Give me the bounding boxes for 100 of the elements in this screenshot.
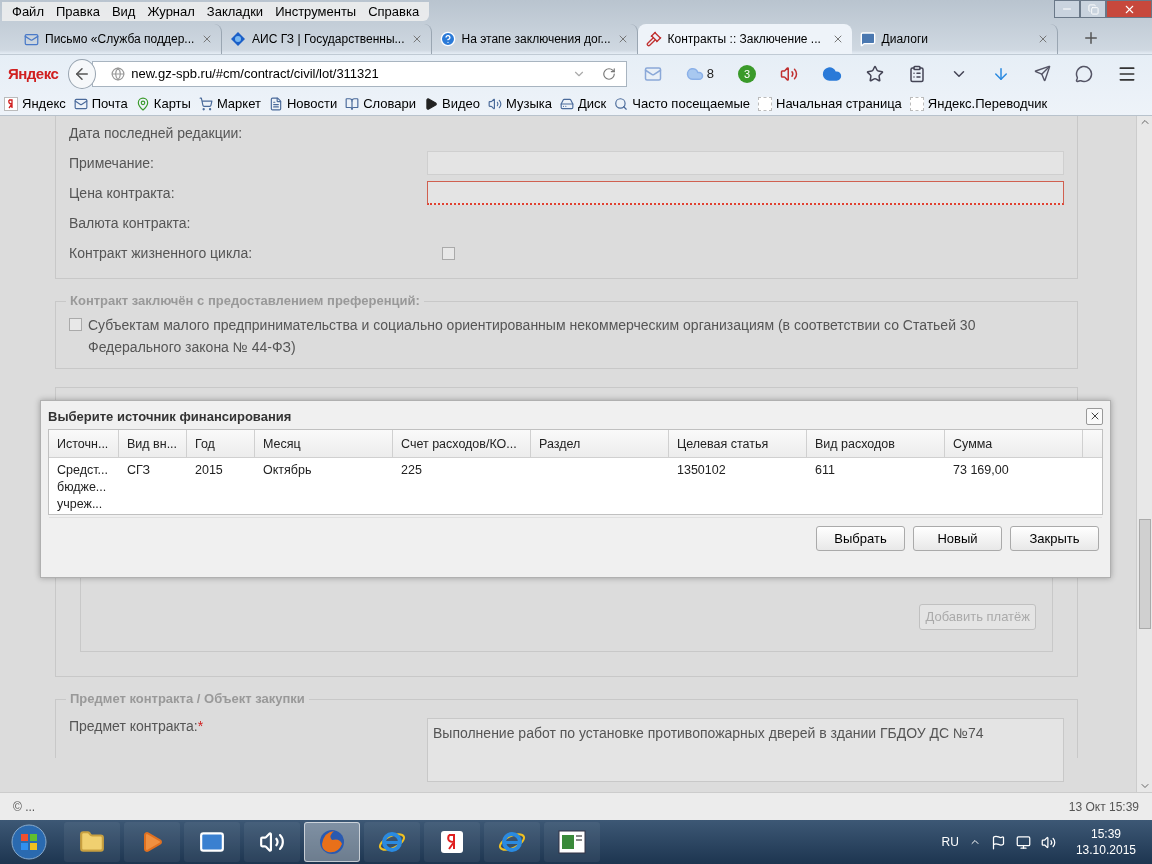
bookmark[interactable]: Словари bbox=[345, 96, 417, 111]
restore-button[interactable] bbox=[1080, 0, 1106, 18]
taskbar-button[interactable] bbox=[364, 822, 420, 862]
speaker-icon[interactable] bbox=[780, 64, 798, 83]
bookmark[interactable]: Диск bbox=[560, 96, 607, 111]
dialog-title: Выберите источник финансирования bbox=[48, 408, 292, 424]
table-cell-text: 73 169,00 bbox=[952, 462, 1010, 479]
table-cell-text: 225 bbox=[400, 462, 423, 479]
paper-plane-icon[interactable] bbox=[1034, 65, 1051, 82]
column-header[interactable]: Вид вн... bbox=[119, 430, 187, 457]
clipboard-icon[interactable] bbox=[908, 64, 926, 83]
book-icon bbox=[345, 96, 360, 111]
menu-item[interactable]: Файл bbox=[6, 3, 50, 19]
taskbar-button[interactable] bbox=[184, 822, 240, 862]
field-label: Примечание: bbox=[69, 155, 155, 171]
dialog-button[interactable]: Новый bbox=[913, 526, 1002, 551]
dialog-button[interactable]: Выбрать bbox=[816, 526, 905, 551]
volume-icon[interactable] bbox=[1040, 834, 1056, 850]
taskbar-button[interactable] bbox=[484, 822, 540, 862]
column-header[interactable]: Вид расходов bbox=[807, 430, 945, 457]
group-legend: Контракт заключён с предоставлением преференций: bbox=[66, 293, 424, 308]
tab-title: Письмо «Служба поддер... bbox=[45, 32, 195, 46]
table-cell-text: 611 bbox=[814, 462, 836, 479]
taskbar-button[interactable] bbox=[424, 822, 480, 862]
globe-fox-icon bbox=[318, 828, 346, 856]
bookmark[interactable]: Яндекс.Переводчик bbox=[909, 96, 1048, 111]
window-icon bbox=[558, 830, 586, 854]
menu-item[interactable]: Журнал bbox=[141, 3, 201, 19]
chat-icon bbox=[859, 31, 876, 47]
table-cell-text: Октябрь bbox=[262, 462, 313, 479]
tab-title: АИС ГЗ | Государственны... bbox=[252, 32, 405, 46]
count-badge[interactable]: 3 bbox=[738, 64, 756, 83]
network-icon[interactable] bbox=[1015, 834, 1031, 850]
column-header[interactable]: Счет расходов/КО... bbox=[393, 430, 531, 457]
field-label: Дата последней редакции: bbox=[69, 125, 244, 141]
field-label: Предмет контракта:* bbox=[69, 718, 205, 734]
browser-tab[interactable]: АИС ГЗ | Государственны... bbox=[222, 24, 432, 54]
bookmark[interactable]: Маркет bbox=[198, 96, 261, 111]
menu-item[interactable]: Вид bbox=[105, 3, 142, 19]
speaker-icon bbox=[488, 96, 503, 111]
page-icon bbox=[268, 96, 283, 111]
clock[interactable]: 15:39 13.10.2015 bbox=[1065, 826, 1146, 858]
field-label: Контракт жизненного цикла: bbox=[69, 245, 254, 261]
menu-item[interactable]: Закладки bbox=[200, 3, 270, 19]
bookmark[interactable]: Часто посещаемые bbox=[614, 96, 751, 111]
help-icon bbox=[439, 31, 456, 47]
bookmark[interactable]: Музыка bbox=[488, 96, 553, 111]
dialog-button[interactable]: Закрыть bbox=[1010, 526, 1099, 551]
bookmark[interactable]: Почта bbox=[73, 96, 128, 111]
gavel-icon bbox=[645, 31, 662, 47]
group-legend: Предмет контракта / Объект закупки bbox=[66, 691, 309, 706]
flag-icon[interactable] bbox=[990, 834, 1006, 850]
menu-item[interactable]: Справка bbox=[362, 3, 426, 19]
close-icon[interactable] bbox=[201, 33, 213, 45]
scrollbar[interactable] bbox=[1136, 116, 1152, 792]
menu-item[interactable]: Правка bbox=[49, 3, 106, 19]
play-icon bbox=[424, 96, 439, 111]
taskbar-button[interactable] bbox=[304, 822, 360, 862]
status-time: 13 Окт 15:39 bbox=[1068, 799, 1139, 814]
taskbar-button[interactable] bbox=[544, 822, 600, 862]
taskbar-button[interactable] bbox=[124, 822, 180, 862]
scroll-thumb[interactable] bbox=[1138, 519, 1151, 629]
browser-tab[interactable]: Диалоги bbox=[851, 24, 1058, 54]
browser-tab[interactable]: На этапе заключения дог... bbox=[431, 24, 638, 54]
reload-icon[interactable] bbox=[601, 66, 616, 81]
taskbar-button[interactable] bbox=[244, 822, 300, 862]
language-indicator[interactable]: RU bbox=[941, 835, 959, 849]
map-pin-icon bbox=[135, 96, 150, 111]
checkbox[interactable] bbox=[69, 318, 82, 331]
minimize-button[interactable] bbox=[1054, 0, 1080, 18]
column-header[interactable]: Год bbox=[187, 430, 255, 457]
column-header[interactable]: Целевая статья bbox=[669, 430, 807, 457]
close-button[interactable] bbox=[1086, 407, 1103, 425]
bookmark[interactable]: Видео bbox=[424, 96, 481, 111]
bookmark[interactable]: Яндекс bbox=[4, 96, 66, 111]
column-header[interactable]: Месяц bbox=[255, 430, 393, 457]
column-header[interactable]: Сумма bbox=[945, 430, 1083, 457]
tab-title: На этапе заключения дог... bbox=[461, 32, 611, 46]
taskbar-button[interactable] bbox=[64, 822, 120, 862]
back-button[interactable] bbox=[68, 58, 97, 89]
tab-title: Контракты :: Заключение ... bbox=[667, 32, 822, 46]
star-icon[interactable] bbox=[866, 64, 884, 83]
bookmark[interactable]: Карты bbox=[135, 96, 191, 111]
browser-tab[interactable]: Письмо «Служба поддер... bbox=[16, 24, 222, 54]
bookmark[interactable]: Новости bbox=[268, 96, 338, 111]
diamond-logo-icon bbox=[230, 31, 246, 47]
bookmark[interactable]: Начальная страница bbox=[758, 96, 902, 111]
speaker-icon bbox=[259, 829, 285, 855]
menu-item[interactable]: Инструменты bbox=[269, 3, 363, 19]
table-cell-text: 2015 bbox=[194, 462, 224, 479]
text-area[interactable]: Выполнение работ по установке противопожарных дверей в здании ГБДОУ ДС №74 bbox=[427, 718, 1064, 782]
yandex-icon bbox=[4, 96, 18, 111]
input-field[interactable] bbox=[427, 181, 1064, 205]
column-header[interactable]: Раздел bbox=[531, 430, 669, 457]
brand-logo: Яндекс bbox=[8, 65, 59, 82]
address-field[interactable]: new.gz-spb.ru/#cm/contract/civil/lot/311321 bbox=[92, 60, 627, 87]
checkbox[interactable] bbox=[442, 246, 455, 260]
chat-icon[interactable] bbox=[1075, 64, 1093, 83]
column-header[interactable]: Источн... bbox=[49, 430, 119, 457]
browser-tab[interactable]: Контракты :: Заключение ... bbox=[637, 24, 852, 54]
